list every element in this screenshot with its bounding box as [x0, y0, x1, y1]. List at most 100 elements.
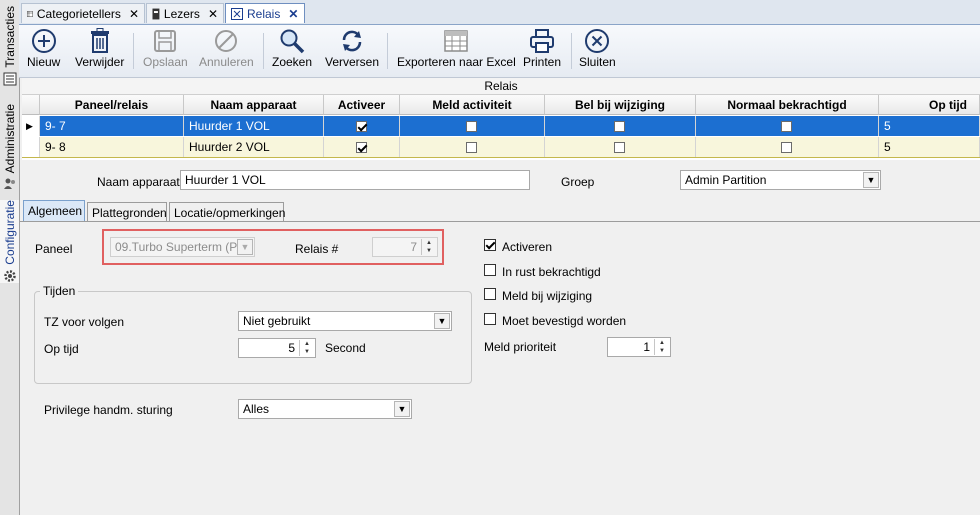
- relay-icon: [231, 7, 243, 20]
- users-icon: [3, 178, 15, 190]
- side-tab-transacties[interactable]: Transacties: [0, 6, 19, 86]
- cell-bel-bij-wijziging[interactable]: [545, 137, 696, 157]
- save-button[interactable]: Opslaan: [143, 27, 188, 69]
- column-header-paneel[interactable]: Paneel/relais: [40, 95, 184, 115]
- column-header-meld-activiteit[interactable]: Meld activiteit: [400, 95, 545, 115]
- meld-bij-wijziging-checkbox[interactable]: [484, 288, 496, 300]
- meld-bij-wijziging-label: Meld bij wijziging: [502, 289, 593, 303]
- table-row[interactable]: 9- 8 Huurder 2 VOL 5: [22, 137, 980, 158]
- checkbox[interactable]: [356, 121, 367, 132]
- cell-activeer[interactable]: [324, 137, 400, 157]
- relais-nummer-label: Relais #: [295, 242, 339, 256]
- tijden-label: Tijden: [40, 284, 79, 298]
- close-circle-icon: [585, 29, 610, 53]
- moet-bevestigd-checkbox[interactable]: [484, 313, 496, 325]
- meld-prioriteit-label: Meld prioriteit: [484, 340, 557, 354]
- spin-arrows-icon[interactable]: ▲ ▼: [299, 340, 314, 356]
- cell-paneel[interactable]: 9- 7: [40, 116, 184, 136]
- left-side-tabs: Transacties Administratie Configuratie: [0, 0, 20, 515]
- tab-locatie-opmerkingen[interactable]: Locatie/opmerkingen: [169, 202, 285, 222]
- cell-meld-activiteit[interactable]: [400, 116, 545, 136]
- cell-op-tijd[interactable]: 5: [879, 116, 980, 136]
- checkbox[interactable]: [614, 121, 625, 132]
- naam-apparaat-input[interactable]: Huurder 1 VOL: [180, 170, 530, 190]
- new-button[interactable]: Nieuw: [27, 27, 60, 69]
- cell-meld-activiteit[interactable]: [400, 137, 545, 157]
- paneel-select[interactable]: 09.Turbo Superterm (P ▼: [110, 237, 255, 257]
- search-button[interactable]: Zoeken: [272, 27, 312, 69]
- delete-button[interactable]: Verwijder: [75, 27, 124, 69]
- trash-icon: [90, 28, 109, 53]
- side-tab-administratie[interactable]: Administratie: [0, 104, 19, 191]
- export-excel-button[interactable]: Exporteren naar Excel: [397, 27, 516, 69]
- side-tab-configuratie[interactable]: Configuratie: [0, 200, 19, 283]
- close-icon[interactable]: ✕: [208, 7, 218, 21]
- cell-naam[interactable]: Huurder 2 VOL: [184, 137, 324, 157]
- tab-algemeen[interactable]: Algemeen: [23, 200, 85, 222]
- toolbar-separator: [263, 33, 264, 69]
- cell-normaal-bekrachtigd[interactable]: [696, 116, 879, 136]
- table-row[interactable]: ▶ 9- 7 Huurder 1 VOL 5: [22, 116, 980, 136]
- row-pointer-icon: ▶: [22, 116, 40, 136]
- chevron-down-icon[interactable]: ▼: [863, 172, 879, 188]
- cell-paneel[interactable]: 9- 8: [40, 137, 184, 157]
- chevron-down-icon[interactable]: ▼: [237, 239, 253, 255]
- groep-select[interactable]: Admin Partition ▼: [680, 170, 881, 190]
- cell-activeer[interactable]: [324, 116, 400, 136]
- cell-bel-bij-wijziging[interactable]: [545, 116, 696, 136]
- search-icon: [280, 29, 305, 54]
- tz-select[interactable]: Niet gebruikt ▼: [238, 311, 452, 331]
- moet-bevestigd-label: Moet bevestigd worden: [502, 314, 627, 328]
- column-header-naam[interactable]: Naam apparaat: [184, 95, 324, 115]
- chevron-down-icon[interactable]: ▼: [394, 401, 410, 417]
- cancel-icon: [215, 30, 238, 52]
- refresh-button[interactable]: Verversen: [325, 27, 379, 69]
- spin-arrows-icon[interactable]: ▲ ▼: [654, 339, 669, 355]
- checkbox[interactable]: [466, 121, 477, 132]
- tab-categorietellers[interactable]: Categorietellers ✕: [21, 3, 145, 23]
- tz-label: TZ voor volgen: [44, 315, 125, 329]
- cell-naam[interactable]: Huurder 1 VOL: [184, 116, 324, 136]
- relais-nummer-stepper[interactable]: 7 ▲ ▼: [372, 237, 438, 257]
- row-indicator-header: [22, 95, 40, 115]
- column-header-normaal-bekrachtigd[interactable]: Normaal bekrachtigd: [696, 95, 879, 115]
- activeren-checkbox[interactable]: [484, 239, 496, 251]
- activeren-label: Activeren: [502, 240, 553, 254]
- plus-circle-icon: [31, 29, 56, 53]
- print-button[interactable]: Printen: [523, 27, 561, 69]
- op-tijd-stepper[interactable]: 5 ▲ ▼: [238, 338, 316, 358]
- cancel-button[interactable]: Annuleren: [199, 27, 254, 69]
- close-icon[interactable]: ✕: [129, 7, 139, 21]
- checkbox[interactable]: [614, 142, 625, 153]
- privilege-select[interactable]: Alles ▼: [238, 399, 412, 419]
- checkbox[interactable]: [466, 142, 477, 153]
- row-indicator: [22, 137, 40, 157]
- checkbox[interactable]: [781, 142, 792, 153]
- reader-icon: [152, 8, 160, 19]
- tab-plattegronden[interactable]: Plattegronden: [87, 202, 167, 222]
- cell-normaal-bekrachtigd[interactable]: [696, 137, 879, 157]
- in-rust-checkbox[interactable]: [484, 264, 496, 276]
- close-button[interactable]: Sluiten: [579, 27, 616, 69]
- tab-relais[interactable]: Relais ✕: [225, 3, 305, 23]
- column-header-bel-bij-wijziging[interactable]: Bel bij wijziging: [545, 95, 696, 115]
- grid-group-header: Relais: [22, 78, 980, 95]
- column-header-activeer[interactable]: Activeer: [324, 95, 400, 115]
- naam-apparaat-label: Naam apparaat: [97, 175, 180, 189]
- grid-icon: [27, 10, 33, 17]
- toolbar-separator: [133, 33, 134, 69]
- list-icon: [3, 72, 16, 86]
- column-header-op-tijd[interactable]: Op tijd: [879, 95, 980, 115]
- chevron-down-icon[interactable]: ▼: [434, 313, 450, 329]
- checkbox[interactable]: [356, 142, 367, 153]
- close-icon[interactable]: ✕: [288, 7, 298, 21]
- spin-arrows-icon[interactable]: ▲ ▼: [421, 239, 436, 255]
- gear-icon: [3, 269, 16, 282]
- meld-prioriteit-stepper[interactable]: 1 ▲ ▼: [607, 337, 671, 357]
- toolbar-separator: [387, 33, 388, 69]
- op-tijd-unit: Second: [325, 341, 366, 355]
- checkbox[interactable]: [781, 121, 792, 132]
- tab-lezers[interactable]: Lezers ✕: [146, 3, 224, 23]
- cell-op-tijd[interactable]: 5: [879, 137, 980, 157]
- save-icon: [154, 30, 177, 52]
